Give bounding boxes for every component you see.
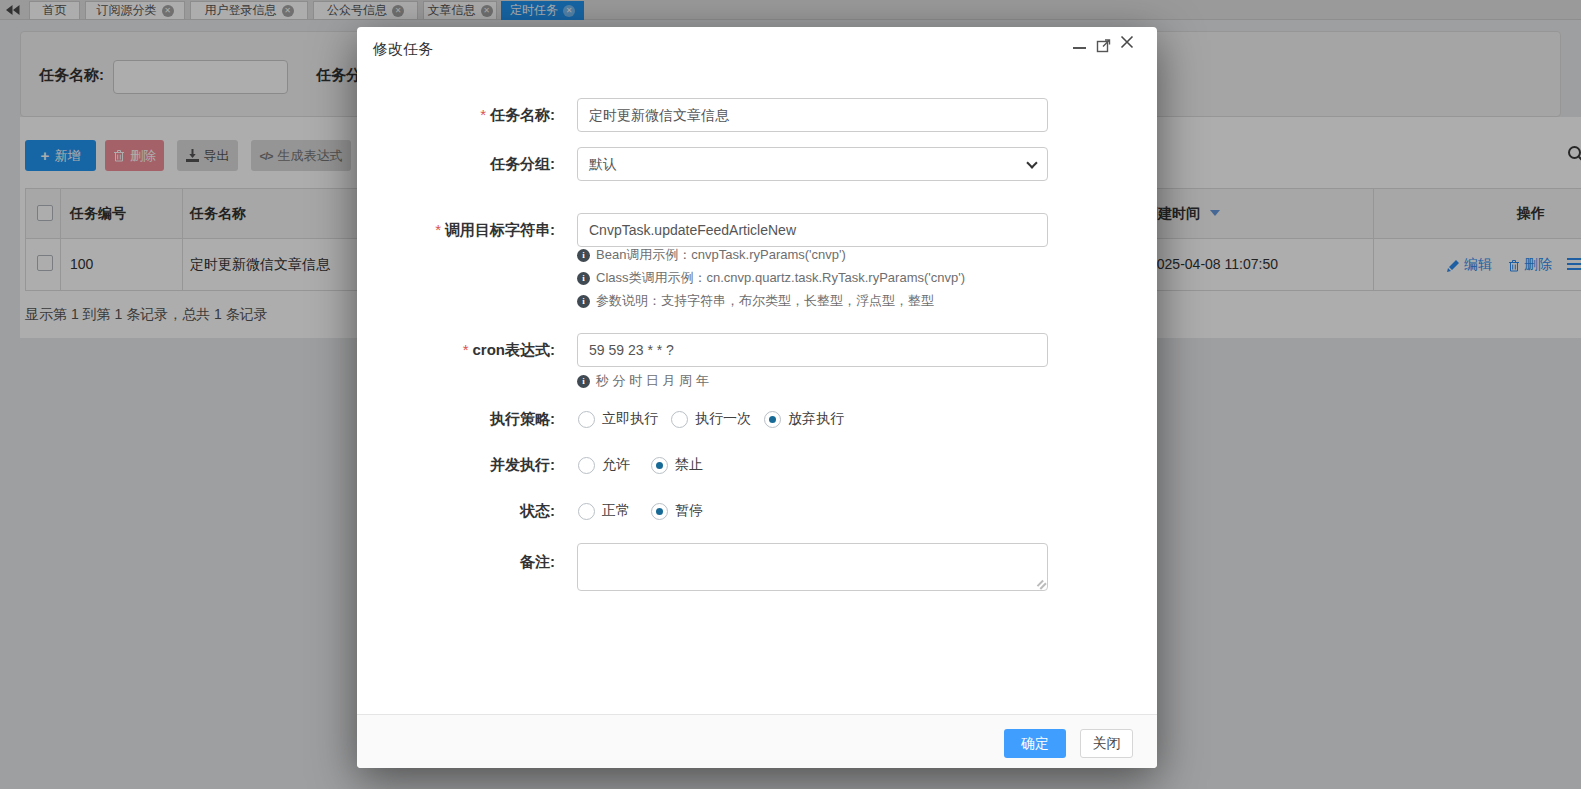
help-bean-example: iBean调用示例：cnvpTask.ryParams('cnvp') <box>577 246 846 264</box>
info-icon: i <box>577 272 590 285</box>
status-radio-group: 正常 暂停 <box>578 502 724 520</box>
help-class-example: iClass类调用示例：cn.cnvp.quartz.task.RyTask.r… <box>577 269 965 287</box>
radio-execute-once[interactable]: 执行一次 <box>671 410 751 428</box>
radio-execute-now[interactable]: 立即执行 <box>578 410 658 428</box>
radio-icon <box>671 411 688 428</box>
field-label-policy: 执行策略: <box>357 409 555 429</box>
policy-radio-group: 立即执行 执行一次 放弃执行 <box>578 410 857 428</box>
field-label-cron: *cron表达式: <box>357 340 555 360</box>
close-button[interactable]: 关闭 <box>1080 729 1133 758</box>
radio-icon-selected <box>651 457 668 474</box>
close-icon[interactable] <box>1119 34 1135 50</box>
radio-normal[interactable]: 正常 <box>578 502 630 520</box>
radio-icon <box>578 503 595 520</box>
info-icon: i <box>577 249 590 262</box>
remark-textarea[interactable] <box>577 543 1048 591</box>
maximize-icon[interactable] <box>1096 37 1112 53</box>
concurrent-radio-group: 允许 禁止 <box>578 456 724 474</box>
task-name-field[interactable]: 定时更新微信文章信息 <box>577 98 1048 132</box>
help-params: i参数说明：支持字符串，布尔类型，长整型，浮点型，整型 <box>577 292 934 310</box>
radio-allow[interactable]: 允许 <box>578 456 630 474</box>
cron-expression-field[interactable]: 59 59 23 * * ? <box>577 333 1048 367</box>
field-label-task-group: 任务分组: <box>357 154 555 174</box>
info-icon: i <box>577 295 590 308</box>
radio-icon-selected <box>764 411 781 428</box>
minimize-icon[interactable] <box>1073 47 1086 49</box>
radio-abandon[interactable]: 放弃执行 <box>764 410 844 428</box>
radio-pause[interactable]: 暂停 <box>651 502 703 520</box>
field-label-invoke-target: *调用目标字符串: <box>357 220 555 240</box>
radio-icon <box>578 457 595 474</box>
info-icon: i <box>577 375 590 388</box>
radio-icon <box>578 411 595 428</box>
screen: 首页 订阅源分类✕ 用户登录信息✕ 公众号信息✕ 文章信息✕ 定时任务✕ 任务名… <box>0 0 1581 789</box>
radio-forbid[interactable]: 禁止 <box>651 456 703 474</box>
field-label-remark: 备注: <box>357 552 555 572</box>
dialog-footer: 确定 关闭 <box>357 714 1157 768</box>
task-group-select[interactable]: 默认 <box>577 147 1048 181</box>
chevron-down-icon <box>1026 157 1037 168</box>
radio-icon-selected <box>651 503 668 520</box>
dialog-title: 修改任务 <box>373 40 433 59</box>
help-cron: i秒 分 时 日 月 周 年 <box>577 372 709 390</box>
invoke-target-field[interactable]: CnvpTask.updateFeedArticleNew <box>577 213 1048 247</box>
field-label-status: 状态: <box>357 501 555 521</box>
resize-handle[interactable] <box>1035 578 1046 589</box>
confirm-button[interactable]: 确定 <box>1004 729 1066 758</box>
edit-task-dialog: 修改任务 *任务名称: 定时更新微信文章信息 任务分组: 默认 *调用目标字符串… <box>357 27 1157 768</box>
field-label-task-name: *任务名称: <box>357 105 555 125</box>
field-label-concurrent: 并发执行: <box>357 455 555 475</box>
